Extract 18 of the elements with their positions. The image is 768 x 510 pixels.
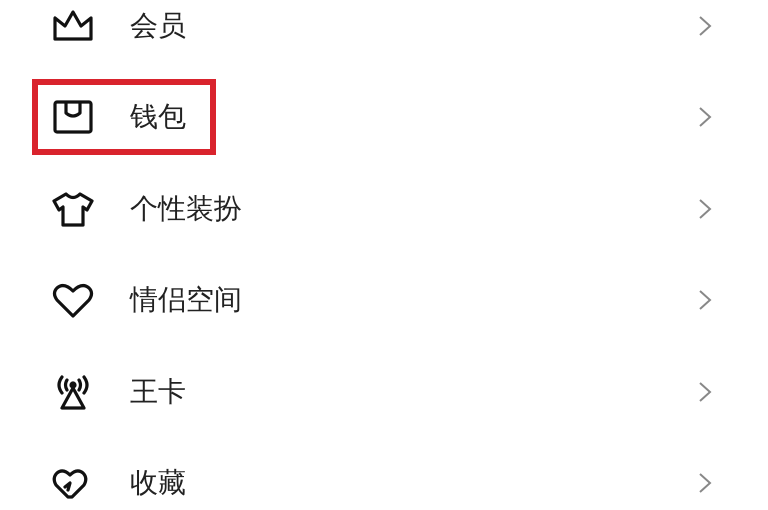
menu-item[interactable]: 王卡 <box>0 346 768 438</box>
menu-label: 收藏 <box>130 466 186 500</box>
menu-label: 钱包 <box>130 100 186 134</box>
chevron-right-icon <box>698 14 712 38</box>
chevron-right-icon <box>698 380 712 404</box>
menu-label: 会员 <box>130 8 186 43</box>
chevron-right-icon <box>698 288 712 312</box>
chevron-right-icon <box>698 105 712 130</box>
menu-label: 个性装扮 <box>130 192 242 226</box>
menu-item[interactable]: 个性装扮 <box>0 163 768 254</box>
menu-item[interactable]: 情侣空间 <box>0 254 768 346</box>
menu-item[interactable]: 会员 <box>0 0 768 72</box>
chevron-right-icon <box>698 196 712 221</box>
chevron-right-icon <box>698 471 712 496</box>
menu-label: 情侣空间 <box>130 283 242 318</box>
menu-item[interactable]: 收藏 <box>0 438 768 510</box>
menu-item[interactable]: 钱包 <box>0 72 768 163</box>
menu-label: 王卡 <box>130 374 186 409</box>
